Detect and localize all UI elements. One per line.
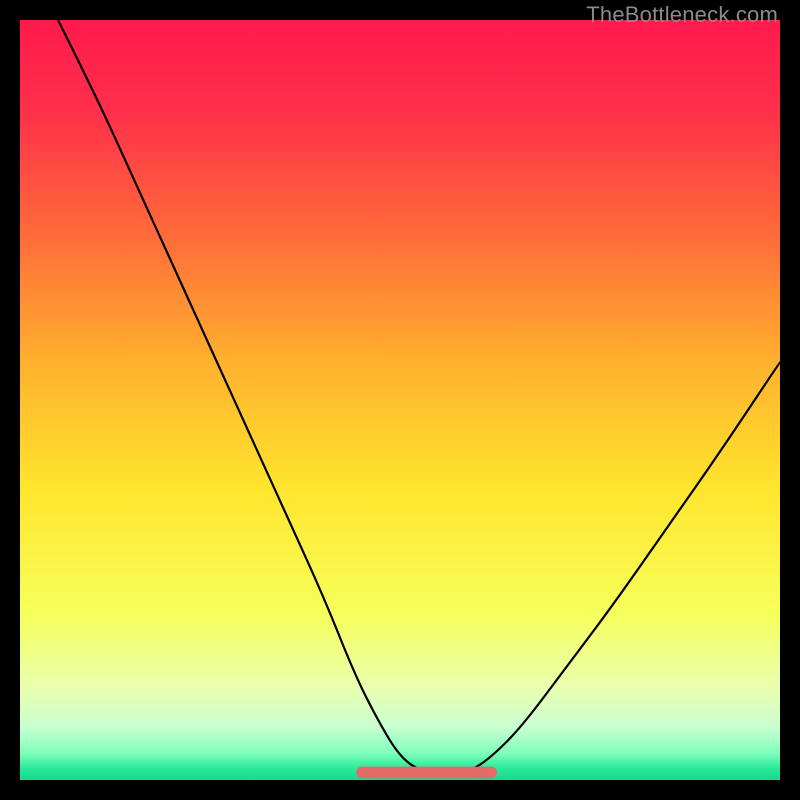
chart-frame: TheBottleneck.com [0, 0, 800, 800]
curve-layer [20, 20, 780, 780]
bottleneck-curve [58, 20, 780, 772]
watermark-text: TheBottleneck.com [586, 2, 778, 28]
plot-area [20, 20, 780, 780]
